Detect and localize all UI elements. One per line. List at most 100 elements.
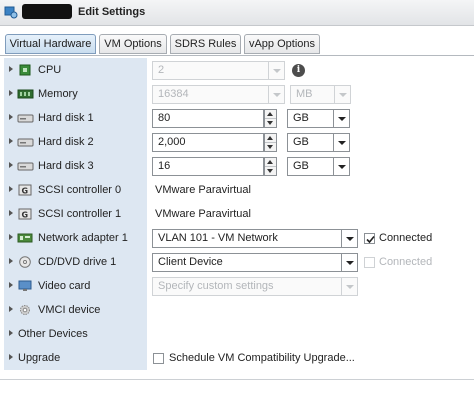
value-cell: Schedule VM Compatibility Upgrade... xyxy=(147,346,470,370)
schedule-upgrade-checkbox[interactable] xyxy=(153,353,164,364)
value-cell: 2,000 GB xyxy=(147,130,470,154)
hard-disk-2-spinner[interactable] xyxy=(264,133,277,152)
video-card-dropdown-button[interactable] xyxy=(342,277,358,296)
scsi-controller-0-type: VMware Paravirtual xyxy=(155,184,251,196)
hard-disk-1-label: Hard disk 1 xyxy=(38,112,94,124)
memory-dropdown-button[interactable] xyxy=(269,85,285,104)
info-icon[interactable]: i xyxy=(292,64,305,77)
network-adapter-icon xyxy=(17,233,33,243)
row-cd-dvd-drive-1: CD/DVD drive 1 Client Device Connected xyxy=(4,250,470,274)
value-cell: VMware Paravirtual xyxy=(147,202,470,226)
cd-dvd-dropdown-button[interactable] xyxy=(342,253,358,272)
hard-disk-3-unit-dropdown-button[interactable] xyxy=(334,157,350,176)
hard-disk-2-size-input[interactable]: 2,000 xyxy=(152,133,264,152)
cd-dvd-connected-label: Connected xyxy=(379,256,433,268)
hard-disk-2-unit-dropdown-button[interactable] xyxy=(334,133,350,152)
row-hard-disk-3: Hard disk 3 16 GB xyxy=(4,154,470,178)
expand-arrow-icon[interactable] xyxy=(9,90,13,96)
row-scsi-controller-0: G SCSI controller 0 VMware Paravirtual xyxy=(4,178,470,202)
label-cell: Hard disk 3 xyxy=(4,154,147,178)
expand-arrow-icon[interactable] xyxy=(9,234,13,240)
label-cell: G SCSI controller 0 xyxy=(4,178,147,202)
memory-label: Memory xyxy=(38,88,78,100)
svg-text:G: G xyxy=(22,211,29,220)
hard-disk-1-unit-dropdown-button[interactable] xyxy=(334,109,350,128)
value-cell: VMware Paravirtual xyxy=(147,178,470,202)
memory-icon xyxy=(17,89,34,99)
expand-arrow-icon[interactable] xyxy=(9,282,13,288)
expand-arrow-icon[interactable] xyxy=(9,114,13,120)
scsi-controller-0-label: SCSI controller 0 xyxy=(38,184,122,196)
expand-arrow-icon[interactable] xyxy=(9,306,13,312)
scsi-controller-icon: G xyxy=(18,208,32,220)
value-cell: 2 i xyxy=(147,58,470,82)
label-cell: Memory xyxy=(4,82,147,106)
svg-text:G: G xyxy=(22,187,29,196)
value-cell: 16384 MB xyxy=(147,82,470,106)
row-memory: Memory 16384 MB xyxy=(4,82,470,106)
tab-bar: Virtual Hardware VM Options SDRS Rules v… xyxy=(0,26,474,56)
label-cell: Video card xyxy=(4,274,147,298)
row-vmci-device: VMCI device xyxy=(4,298,470,322)
label-cell: Hard disk 1 xyxy=(4,106,147,130)
expand-arrow-icon[interactable] xyxy=(9,210,13,216)
vm-gear-icon xyxy=(4,6,18,19)
tab-sdrs-rules[interactable]: SDRS Rules xyxy=(170,34,241,54)
network-connected-checkbox[interactable] xyxy=(364,233,375,244)
bottom-bar xyxy=(0,379,474,400)
cpu-dropdown-button[interactable] xyxy=(269,61,285,80)
label-cell: G SCSI controller 1 xyxy=(4,202,147,226)
title-bar: Edit Settings xyxy=(0,0,474,26)
expand-arrow-icon[interactable] xyxy=(9,258,13,264)
label-cell: Network adapter 1 xyxy=(4,226,147,250)
tab-vapp-options[interactable]: vApp Options xyxy=(244,34,320,54)
upgrade-label: Upgrade xyxy=(18,352,61,364)
value-cell: Client Device Connected xyxy=(147,250,470,274)
expand-arrow-icon[interactable] xyxy=(9,354,13,360)
hard-disk-3-size-input[interactable]: 16 xyxy=(152,157,264,176)
row-scsi-controller-1: G SCSI controller 1 VMware Paravirtual xyxy=(4,202,470,226)
expand-arrow-icon[interactable] xyxy=(9,330,13,336)
hard-disk-1-spinner[interactable] xyxy=(264,109,277,128)
cd-dvd-icon xyxy=(19,256,31,268)
expand-arrow-icon[interactable] xyxy=(9,138,13,144)
hard-disk-3-spinner[interactable] xyxy=(264,157,277,176)
hard-disk-2-unit-select[interactable]: GB xyxy=(287,133,334,152)
expand-arrow-icon[interactable] xyxy=(9,162,13,168)
value-cell: Specify custom settings xyxy=(147,274,470,298)
checkmark-icon xyxy=(366,235,375,244)
cd-dvd-source-select[interactable]: Client Device xyxy=(152,253,342,272)
value-cell: VLAN 101 - VM Network Connected xyxy=(147,226,470,250)
scsi-controller-1-label: SCSI controller 1 xyxy=(38,208,122,220)
vmci-device-icon xyxy=(20,305,30,315)
expand-arrow-icon[interactable] xyxy=(9,66,13,72)
cd-dvd-drive-1-label: CD/DVD drive 1 xyxy=(38,256,117,268)
network-select[interactable]: VLAN 101 - VM Network xyxy=(152,229,342,248)
memory-size-input[interactable]: 16384 xyxy=(152,85,269,104)
row-cpu: CPU 2 i xyxy=(4,58,470,82)
hard-disk-2-label: Hard disk 2 xyxy=(38,136,94,148)
hard-disk-1-unit-select[interactable]: GB xyxy=(287,109,334,128)
row-network-adapter-1: Network adapter 1 VLAN 101 - VM Network … xyxy=(4,226,470,250)
memory-unit-dropdown-button[interactable] xyxy=(335,85,351,104)
hard-disk-icon xyxy=(17,138,34,147)
row-upgrade: Upgrade Schedule VM Compatibility Upgrad… xyxy=(4,346,470,370)
window-title: Edit Settings xyxy=(78,6,146,18)
value-cell: 80 GB xyxy=(147,106,470,130)
tab-vm-options[interactable]: VM Options xyxy=(99,34,167,54)
tab-virtual-hardware[interactable]: Virtual Hardware xyxy=(5,34,96,54)
hard-disk-1-size-input[interactable]: 80 xyxy=(152,109,264,128)
row-other-devices: Other Devices xyxy=(4,322,470,346)
video-card-label: Video card xyxy=(38,280,91,292)
value-cell: 16 GB xyxy=(147,154,470,178)
cd-dvd-connected-checkbox[interactable] xyxy=(364,257,375,268)
label-cell: CD/DVD drive 1 xyxy=(4,250,147,274)
hard-disk-3-unit-select[interactable]: GB xyxy=(287,157,334,176)
memory-unit-select[interactable]: MB xyxy=(290,85,335,104)
cpu-count-select[interactable]: 2 xyxy=(152,61,269,80)
video-card-settings-select[interactable]: Specify custom settings xyxy=(152,277,342,296)
other-devices-label: Other Devices xyxy=(18,328,88,340)
network-dropdown-button[interactable] xyxy=(342,229,358,248)
hard-disk-icon xyxy=(17,162,34,171)
expand-arrow-icon[interactable] xyxy=(9,186,13,192)
